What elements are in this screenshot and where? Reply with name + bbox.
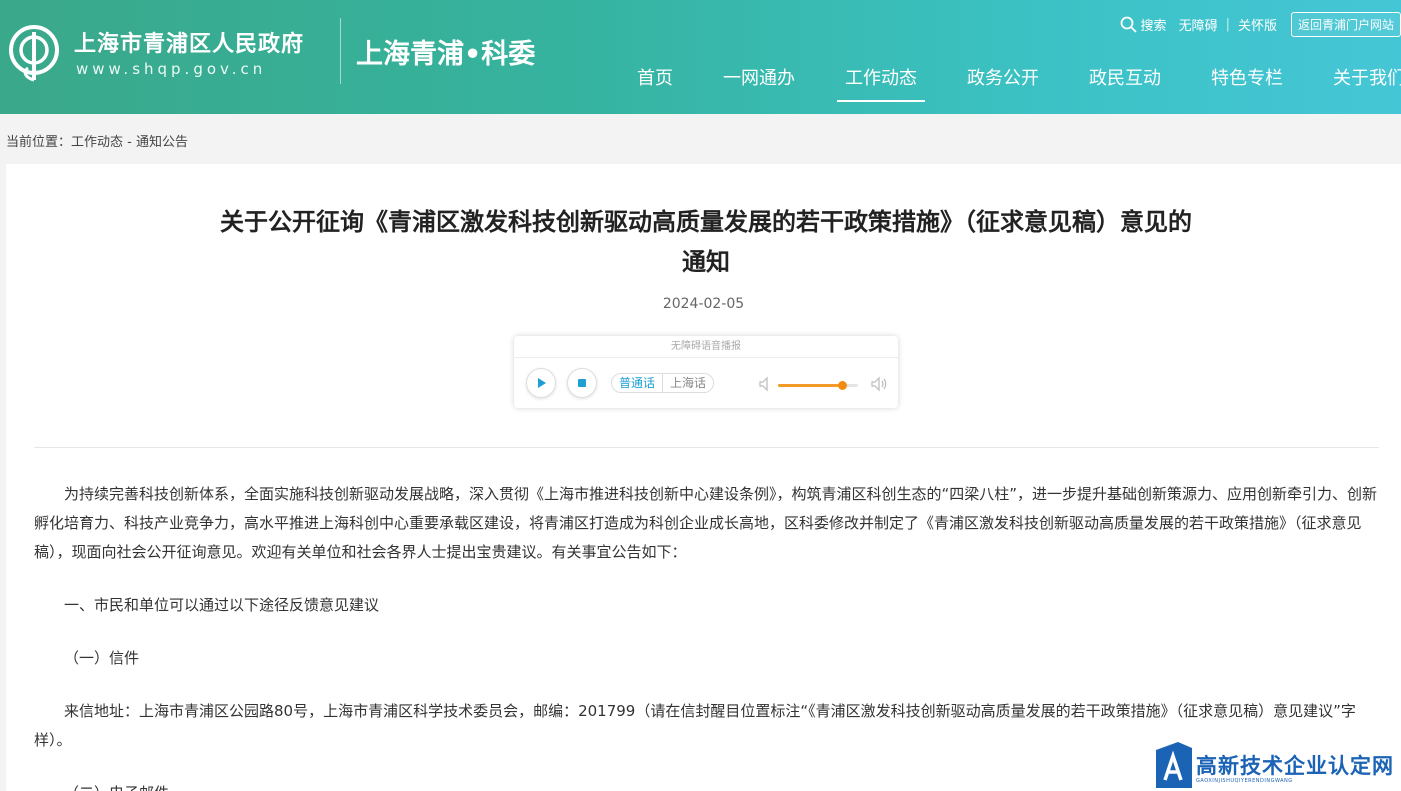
paragraph: 一、市民和单位可以通过以下途径反馈意见建议 (64, 596, 380, 614)
nav-item-online-services[interactable]: 一网通办 (723, 64, 795, 96)
paragraph: 为持续完善科技创新体系，全面实施科技创新驱动发展战略，深入贯彻《上海市推进科技创… (34, 485, 1378, 561)
lang-shanghainese-button[interactable]: 上海话 (662, 374, 713, 392)
breadcrumb[interactable]: 当前位置：工作动态 - 通知公告 (6, 131, 188, 150)
government-logo-icon[interactable] (8, 20, 64, 84)
nav-item-work-news[interactable]: 工作动态 (837, 64, 925, 102)
gov-url[interactable]: www.shqp.gov.cn (76, 60, 266, 78)
stop-icon (578, 379, 586, 387)
search-icon (1120, 16, 1137, 33)
volume-slider[interactable] (778, 381, 858, 390)
lang-mandarin-button[interactable]: 普通话 (612, 374, 662, 392)
return-portal-button[interactable]: 返回青浦门户网站 (1290, 11, 1401, 37)
paragraph: （一）信件 (64, 649, 140, 667)
article-container: 关于公开征询《青浦区激发科技创新驱动高质量发展的若干政策措施》（征求意见稿）意见… (6, 164, 1401, 791)
play-icon (538, 378, 546, 388)
nav-item-interaction[interactable]: 政民互动 (1089, 64, 1161, 96)
header-divider (340, 18, 341, 84)
volume-low-icon[interactable] (758, 376, 772, 392)
accessibility-link[interactable]: 无障碍 (1179, 15, 1218, 34)
elder-mode-link[interactable]: 关怀版 (1238, 15, 1277, 34)
site-name[interactable]: 上海青浦•科委 (356, 32, 535, 71)
search-button[interactable]: 搜索 (1120, 15, 1167, 34)
volume-fill (778, 384, 842, 387)
nav-item-special-columns[interactable]: 特色专栏 (1211, 64, 1283, 96)
content-divider (34, 447, 1379, 448)
article-title-line2: 通知 (682, 248, 730, 276)
article-date: 2024-02-05 (662, 296, 745, 312)
play-button[interactable] (526, 368, 556, 398)
nav-item-gov-info[interactable]: 政务公开 (967, 64, 1039, 96)
article-title: 关于公开征询《青浦区激发科技创新驱动高质量发展的若干政策措施》（征求意见稿）意见… (156, 202, 1256, 282)
stop-button[interactable] (567, 368, 597, 398)
top-links: 搜索 无障碍 | 关怀版 返回青浦门户网站 (1120, 10, 1401, 38)
watermark-a-icon (1156, 742, 1192, 788)
gov-name[interactable]: 上海市青浦区人民政府 (74, 26, 304, 58)
nav-item-home[interactable]: 首页 (637, 64, 673, 96)
watermark-logo: 高新技术企业认定网 GAOXINJISHUQIYERENDINGWANG (1154, 740, 1401, 791)
link-separator: | (1225, 16, 1230, 32)
volume-high-icon[interactable] (870, 376, 888, 392)
main-nav: 首页 一网通办 工作动态 政务公开 政民互动 特色专栏 关于我们 (637, 64, 1401, 102)
language-toggle: 普通话 上海话 (611, 373, 715, 393)
volume-knob[interactable] (838, 381, 847, 390)
search-label: 搜索 (1140, 18, 1167, 34)
player-title: 无障碍语音播报 (514, 336, 898, 358)
nav-item-about-us[interactable]: 关于我们 (1333, 64, 1401, 96)
site-header: 上海市青浦区人民政府 www.shqp.gov.cn 上海青浦•科委 搜索 无障… (0, 0, 1401, 114)
audio-player: 无障碍语音播报 普通话 上海话 (514, 336, 898, 408)
watermark-text: 高新技术企业认定网 (1196, 754, 1394, 778)
article-title-line1: 关于公开征询《青浦区激发科技创新驱动高质量发展的若干政策措施》（征求意见稿）意见… (220, 208, 1192, 236)
watermark-subtext: GAOXINJISHUQIYERENDINGWANG (1196, 778, 1293, 784)
